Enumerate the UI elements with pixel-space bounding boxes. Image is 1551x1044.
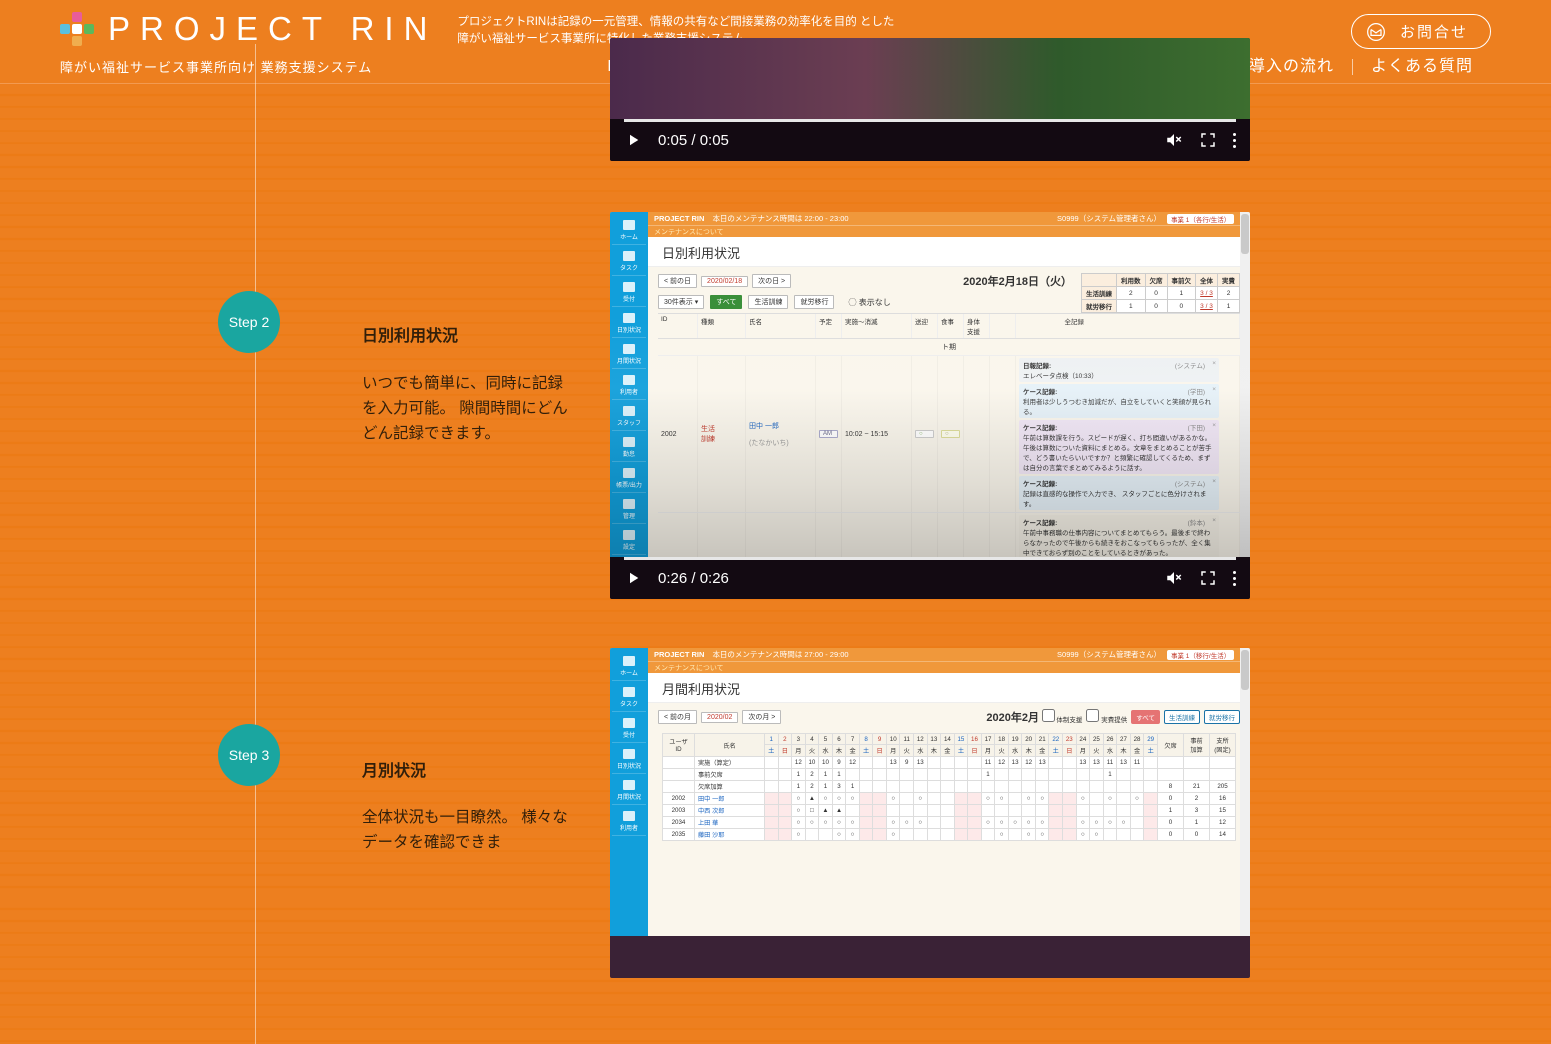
play-icon[interactable] <box>624 131 642 149</box>
sidebar-item[interactable]: 月間状況 <box>612 776 646 805</box>
app-screenshot-daily: ホームタスク受付日別状況月間状況利用者スタッフ勤怠帳票/出力管理設定 PROJE… <box>610 212 1250 557</box>
app-maint-msg: 本日のメンテナンス時間は 27:00 - 29:00 <box>712 649 1057 660</box>
next-month-button[interactable]: 次の月 > <box>742 710 781 724</box>
fullscreen-icon[interactable] <box>1199 131 1217 149</box>
contact-label: お問合せ <box>1400 21 1468 42</box>
sidebar-item[interactable]: 日別状況 <box>612 309 646 338</box>
step2-badge-label: Step 2 <box>229 314 269 330</box>
app-screenshot-monthly: ホームタスク受付日別状況月間状況利用者 PROJECT RIN 本日のメンテナン… <box>610 648 1250 936</box>
step2-desc: いつでも簡単に、同時に記録を入力可能。 隙間時間にどんどん記録できます。 <box>362 372 572 446</box>
app-maint-msg: 本日のメンテナンス時間は 22:00 - 23:00 <box>712 213 1057 224</box>
chk-cost[interactable]: 実費提供 <box>1086 709 1127 724</box>
app-user: S0999（システム管理者さん） <box>1057 649 1161 660</box>
app-subbar: メンテナンスについて <box>648 225 1250 237</box>
table-header: ID種類氏名予定実施～消滅送迎食事身体 支援 全記録 <box>658 313 1240 339</box>
sidebar-item[interactable]: 利用者 <box>612 371 646 400</box>
sidebar-item[interactable]: 勤怠 <box>612 433 646 462</box>
timeline-line <box>255 44 256 1044</box>
sidebar-item[interactable]: 利用者 <box>612 807 646 836</box>
sidebar-item[interactable]: 管理 <box>612 495 646 524</box>
app-page-title: 日別利用状況 <box>648 237 1250 267</box>
video-time: 0:05 / 0:05 <box>658 132 729 149</box>
chk-support[interactable]: 体制支援 <box>1042 709 1083 724</box>
app-brand: PROJECT RIN <box>654 650 704 659</box>
filter-all[interactable]: すべて <box>710 295 742 309</box>
app-sidebar: ホームタスク受付日別状況月間状況利用者 <box>610 648 648 936</box>
prev-day-button[interactable]: < 前の日 <box>658 274 697 288</box>
page-body: 0:05 / 0:05 Step 2 日別利用状況 いつでも簡単に、同時に記録を… <box>0 84 1551 898</box>
stats-table: 利用数欠席事前欠全体実費生活訓練2013 / 32就労移行1003 / 31 <box>1081 273 1240 313</box>
sidebar-item[interactable]: スタッフ <box>612 402 646 431</box>
fullscreen-icon[interactable] <box>1199 569 1217 587</box>
brand-subhead: 障がい福祉サービス事業所向け 業務支援システム <box>60 57 372 76</box>
mute-icon[interactable] <box>1165 569 1183 587</box>
sidebar-item[interactable]: 月間状況 <box>612 340 646 369</box>
video-step1: 0:05 / 0:05 <box>610 38 1250 161</box>
brand-title: PROJECT RIN <box>108 10 437 48</box>
scrollbar[interactable] <box>1240 212 1250 557</box>
table-row: 2003就労移行中西 次郎(なかにしじろ)AM10:32 ~○○ケース記録:(鈴… <box>658 513 1240 557</box>
table-row: 2002生活訓練田中 一郎(たなかいち)AM10:02 ~ 15:15○○日報記… <box>658 356 1240 513</box>
step2-badge: Step 2 <box>218 291 280 353</box>
sidebar-item[interactable]: タスク <box>612 683 646 712</box>
month-table: ユーザID氏名123456789101112131415161718192021… <box>662 733 1236 841</box>
sidebar-item[interactable]: 受付 <box>612 278 646 307</box>
video-controls: 0:26 / 0:26 <box>610 557 1250 599</box>
video-step2: ホームタスク受付日別状況月間状況利用者スタッフ勤怠帳票/出力管理設定 PROJE… <box>610 212 1250 599</box>
app-brand: PROJECT RIN <box>654 214 704 223</box>
prev-month-button[interactable]: < 前の月 <box>658 710 697 724</box>
step3-badge-label: Step 3 <box>229 747 269 763</box>
pill-life[interactable]: 生活訓練 <box>1164 710 1200 724</box>
sidebar-item[interactable]: 設定 <box>612 526 646 555</box>
date-input[interactable]: 2020/02/18 <box>701 276 748 287</box>
sidebar-item[interactable]: 受付 <box>612 714 646 743</box>
app-sidebar: ホームタスク受付日別状況月間状況利用者スタッフ勤怠帳票/出力管理設定 <box>610 212 648 557</box>
sidebar-item[interactable]: ホーム <box>612 216 646 245</box>
count-dropdown[interactable]: 30件表示 ▾ <box>658 295 704 309</box>
sidebar-item[interactable]: タスク <box>612 247 646 276</box>
app-topbar: PROJECT RIN 本日のメンテナンス時間は 22:00 - 23:00 S… <box>648 212 1250 225</box>
step3-badge: Step 3 <box>218 724 280 786</box>
video-progress[interactable] <box>624 119 1236 122</box>
next-day-button[interactable]: 次の日 > <box>752 274 791 288</box>
logo-icon <box>60 12 96 48</box>
sidebar-item[interactable]: 日別状況 <box>612 745 646 774</box>
pill-all[interactable]: すべて <box>1131 710 1160 724</box>
filter-life[interactable]: 生活訓練 <box>748 295 788 309</box>
more-icon[interactable] <box>1233 133 1236 148</box>
mail-icon <box>1366 22 1386 42</box>
video-time: 0:26 / 0:26 <box>658 570 729 587</box>
filter-work[interactable]: 就労移行 <box>794 295 834 309</box>
contact-button[interactable]: お問合せ <box>1351 14 1491 49</box>
video-thumb <box>610 38 1250 119</box>
app-maint-link[interactable]: メンテナンスについて <box>654 663 724 673</box>
play-icon[interactable] <box>624 569 642 587</box>
month-input[interactable]: 2020/02 <box>701 712 738 723</box>
app-subbar: メンテナンスについて <box>648 661 1250 673</box>
pill-work[interactable]: 就労移行 <box>1204 710 1240 724</box>
more-icon[interactable] <box>1233 571 1236 586</box>
sidebar-item[interactable]: 帳票/出力 <box>612 464 646 493</box>
mute-icon[interactable] <box>1165 131 1183 149</box>
step3-title: 月別状況 <box>362 757 426 781</box>
table-category: ト期 <box>658 339 1240 356</box>
app-user: S0999（システム管理者さん） <box>1057 213 1161 224</box>
step2-title: 日別利用状況 <box>362 322 458 346</box>
video-controls: 0:05 / 0:05 <box>610 119 1250 161</box>
app-division[interactable]: 事業 1（移行/生活） <box>1167 650 1234 660</box>
app-division[interactable]: 事業 1（各行/生活） <box>1167 214 1234 224</box>
radio-none[interactable]: ◯ 表示なし <box>848 297 890 308</box>
step3-desc: 全体状況も一目瞭然。 様々なデータを確認できま <box>362 806 572 856</box>
app-topbar: PROJECT RIN 本日のメンテナンス時間は 27:00 - 29:00 S… <box>648 648 1250 661</box>
scrollbar[interactable] <box>1240 648 1250 936</box>
app-page-title: 月間利用状況 <box>648 673 1250 703</box>
sidebar-item[interactable]: ホーム <box>612 652 646 681</box>
video-step3: ホームタスク受付日別状況月間状況利用者 PROJECT RIN 本日のメンテナン… <box>610 648 1250 978</box>
app-maint-link[interactable]: メンテナンスについて <box>654 227 724 237</box>
nav-faq[interactable]: よくある質問 <box>1352 59 1491 75</box>
video-progress[interactable] <box>624 557 1236 560</box>
